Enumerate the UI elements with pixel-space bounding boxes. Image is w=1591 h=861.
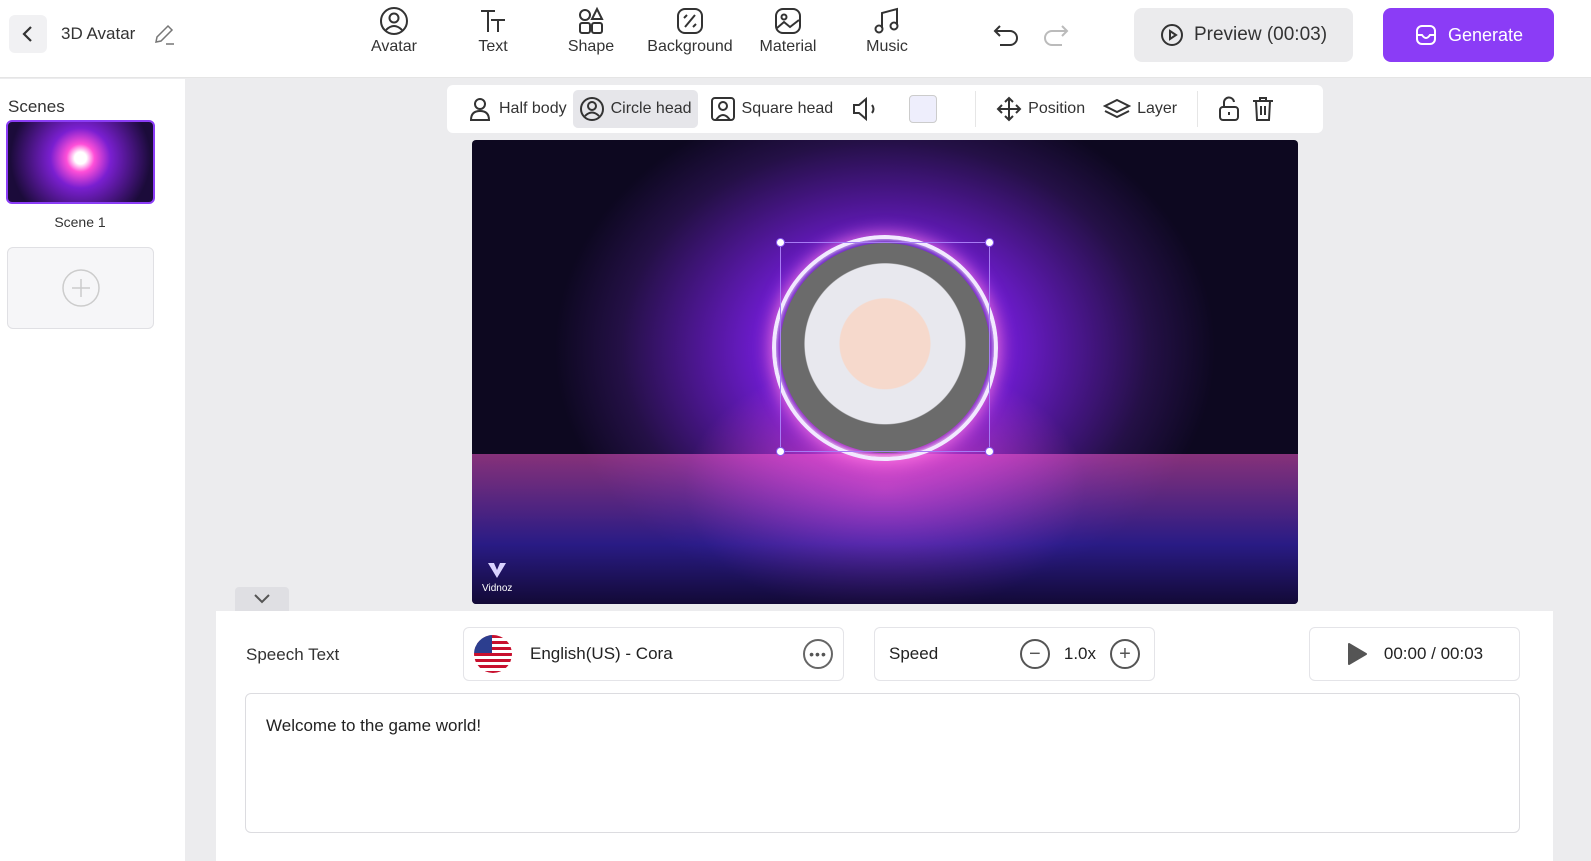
circle-head-label: Circle head (610, 100, 692, 117)
color-swatch[interactable] (909, 95, 938, 123)
rename-button[interactable] (152, 22, 176, 51)
avatar-toolbar: Half body Circle head Square head Positi… (447, 85, 1323, 133)
tool-avatar[interactable]: Avatar (349, 6, 439, 56)
back-button[interactable] (9, 15, 47, 53)
audio-play-button[interactable]: 00:00 / 00:03 (1309, 627, 1520, 681)
watermark-text: Vidnoz (482, 583, 513, 594)
chevron-left-icon (22, 26, 32, 42)
video-canvas[interactable]: Vidnoz (472, 140, 1298, 604)
scenes-sidebar: Scenes Scene 1 (0, 79, 185, 861)
square-head-icon (710, 97, 735, 121)
speaker-icon (853, 96, 875, 122)
half-body-label: Half body (499, 100, 567, 117)
tool-background[interactable]: Background (645, 6, 735, 56)
generate-icon (1415, 25, 1436, 45)
position-button[interactable]: Position (990, 90, 1091, 128)
person-icon (469, 98, 491, 121)
square-head-button[interactable]: Square head (704, 90, 840, 128)
text-icon (481, 10, 505, 32)
speech-text-label: Speech Text (246, 645, 340, 664)
layers-icon (1103, 98, 1132, 119)
square-head-label: Square head (741, 100, 834, 117)
watermark: Vidnoz (482, 560, 512, 594)
trash-icon (1253, 97, 1274, 121)
speed-value: 1.0x (1063, 644, 1096, 663)
resize-handle[interactable] (776, 447, 785, 456)
speed-decrease-button[interactable]: − (1019, 639, 1050, 669)
position-label: Position (1028, 100, 1086, 117)
divider (1197, 91, 1199, 127)
resize-handle[interactable] (985, 447, 994, 456)
delete-button[interactable] (1246, 90, 1280, 128)
tool-label: Music (866, 38, 908, 55)
scenes-heading: Scenes (8, 97, 65, 116)
shape-icon (579, 6, 604, 34)
generate-button[interactable]: Generate (1383, 8, 1554, 62)
plus-circle-icon (61, 269, 100, 307)
add-scene-button[interactable] (7, 247, 154, 329)
selection-box[interactable] (780, 242, 990, 452)
speech-text-input[interactable]: Welcome to the game world! (245, 693, 1520, 833)
half-body-button[interactable]: Half body (461, 90, 573, 128)
vidnoz-logo-icon (488, 563, 507, 578)
scene-label: Scene 1 (54, 214, 106, 230)
chevron-down-icon (254, 594, 270, 604)
resize-handle[interactable] (776, 238, 785, 247)
tool-label: Text (478, 38, 508, 55)
voice-selector[interactable]: English(US) - Cora ••• (463, 627, 844, 681)
play-icon (1347, 643, 1367, 665)
preview-button[interactable]: Preview (00:03) (1134, 8, 1353, 62)
us-flag-icon (474, 635, 512, 673)
generate-label: Generate (1447, 24, 1524, 45)
tool-label: Avatar (371, 38, 417, 55)
speed-control: Speed −1.0x + (874, 627, 1155, 681)
tool-music[interactable]: Music (842, 6, 932, 56)
avatar-icon (380, 7, 408, 35)
divider (975, 91, 977, 127)
background-floor (472, 454, 1298, 604)
project-title: 3D Avatar (61, 24, 136, 43)
redo-button[interactable] (1042, 22, 1070, 53)
tool-label: Material (759, 38, 817, 55)
tool-material[interactable]: Material (743, 6, 833, 56)
pencil-icon (155, 24, 174, 45)
undo-button[interactable] (992, 22, 1020, 53)
voice-name: English(US) - Cora (530, 644, 673, 663)
collapse-panel-button[interactable] (235, 587, 289, 611)
tool-label: Background (647, 38, 733, 55)
play-circle-icon (1160, 24, 1183, 46)
speed-label: Speed (889, 644, 939, 663)
tool-label: Shape (567, 38, 615, 55)
preview-label: Preview (00:03) (1193, 24, 1328, 45)
speech-panel: Speech Text English(US) - Cora ••• Speed −… (216, 611, 1553, 861)
circle-head-icon (579, 97, 604, 121)
material-icon (775, 8, 801, 34)
tool-shape[interactable]: Shape (546, 6, 636, 56)
scene-thumbnail[interactable] (6, 120, 155, 204)
lock-button[interactable] (1212, 90, 1246, 128)
layer-button[interactable]: Layer (1097, 90, 1183, 128)
volume-button[interactable] (845, 90, 887, 128)
background-icon (677, 8, 703, 34)
circle-head-button[interactable]: Circle head (572, 90, 698, 128)
top-bar: 3D Avatar Avatar Text Shape Background M… (0, 0, 1591, 78)
more-options-icon[interactable]: ••• (803, 639, 833, 669)
redo-icon (1044, 25, 1069, 46)
unlock-icon (1219, 96, 1240, 121)
audio-time: 00:00 / 00:03 (1383, 644, 1484, 663)
speed-increase-button[interactable]: + (1110, 639, 1140, 669)
resize-handle[interactable] (985, 238, 994, 247)
tool-text[interactable]: Text (448, 6, 538, 56)
undo-icon (993, 25, 1018, 46)
layer-label: Layer (1137, 100, 1178, 117)
move-icon (996, 96, 1022, 122)
music-icon (874, 7, 899, 34)
